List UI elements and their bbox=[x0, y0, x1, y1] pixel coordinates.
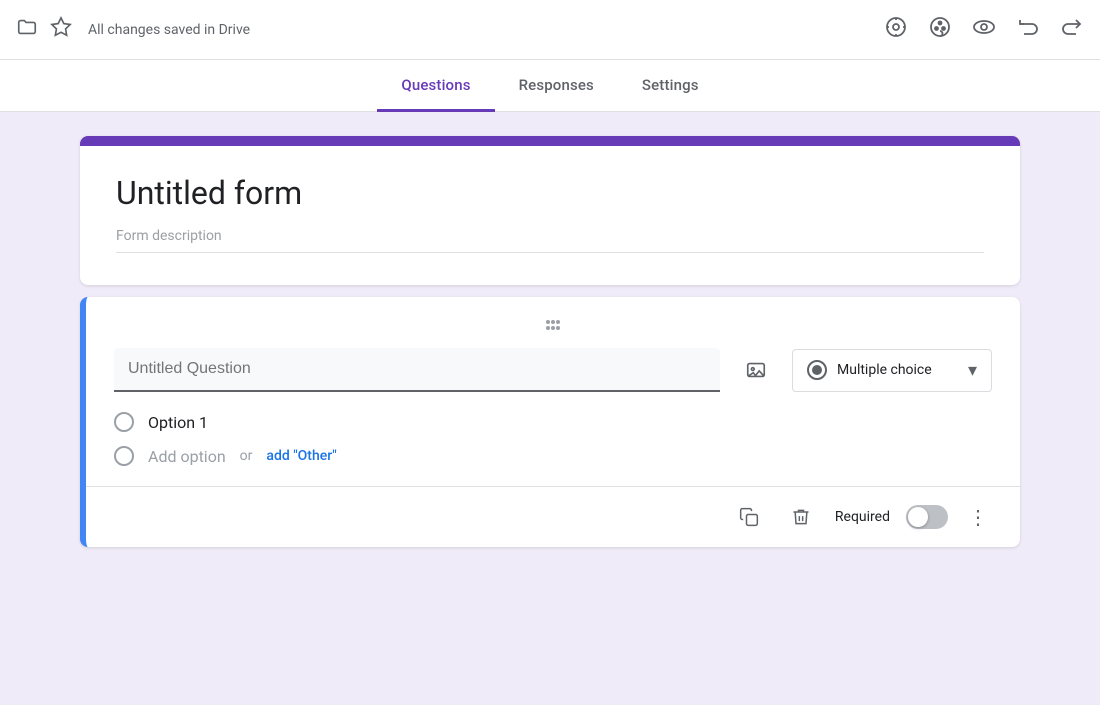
tab-settings[interactable]: Settings bbox=[618, 61, 723, 112]
saved-status: All changes saved in Drive bbox=[88, 22, 250, 38]
form-title[interactable]: Untitled form bbox=[116, 174, 984, 212]
card-bottom-bar: Required ⋮ bbox=[86, 486, 1020, 547]
required-toggle[interactable] bbox=[906, 505, 948, 529]
form-description[interactable]: Form description bbox=[116, 228, 984, 253]
top-bar: All changes saved in Drive bbox=[0, 0, 1100, 60]
preview-icon[interactable] bbox=[972, 15, 996, 45]
question-card: Multiple choice ▾ Option 1 Add option or… bbox=[80, 297, 1020, 547]
question-text-input[interactable] bbox=[114, 348, 720, 392]
toggle-knob bbox=[908, 507, 928, 527]
more-options-button[interactable]: ⋮ bbox=[964, 501, 992, 533]
duplicate-button[interactable] bbox=[731, 499, 767, 535]
tab-questions[interactable]: Questions bbox=[377, 61, 494, 112]
option-radio-empty bbox=[114, 412, 134, 432]
question-type-dropdown[interactable]: Multiple choice ▾ bbox=[792, 349, 992, 392]
question-top-row: Multiple choice ▾ bbox=[114, 348, 992, 392]
required-label: Required bbox=[835, 509, 890, 525]
star-icon[interactable] bbox=[50, 16, 72, 43]
top-bar-left: All changes saved in Drive bbox=[16, 16, 872, 43]
tab-navigation: Questions Responses Settings bbox=[0, 60, 1100, 112]
palette-icon[interactable] bbox=[928, 15, 952, 45]
dropdown-arrow-icon: ▾ bbox=[968, 360, 977, 381]
form-title-card: Untitled form Form description bbox=[80, 136, 1020, 285]
add-image-button[interactable] bbox=[736, 350, 776, 390]
drag-handle[interactable] bbox=[114, 317, 992, 336]
option-row: Option 1 bbox=[114, 412, 992, 432]
question-type-label: Multiple choice bbox=[837, 362, 932, 378]
add-option-row: Add option or add "Other" bbox=[114, 446, 992, 466]
tab-responses[interactable]: Responses bbox=[495, 61, 618, 112]
top-bar-right bbox=[884, 15, 1084, 45]
option-1-label[interactable]: Option 1 bbox=[148, 413, 208, 432]
redo-icon[interactable] bbox=[1060, 15, 1084, 45]
add-option-radio bbox=[114, 446, 134, 466]
add-option-text[interactable]: Add option bbox=[148, 447, 226, 466]
undo-icon[interactable] bbox=[1016, 15, 1040, 45]
customize-icon[interactable] bbox=[884, 15, 908, 45]
folder-icon[interactable] bbox=[16, 16, 38, 43]
add-other-link[interactable]: add "Other" bbox=[266, 448, 336, 464]
or-text: or bbox=[240, 448, 253, 464]
delete-button[interactable] bbox=[783, 499, 819, 535]
main-content: Untitled form Form description bbox=[0, 112, 1100, 705]
radio-icon bbox=[807, 360, 827, 380]
